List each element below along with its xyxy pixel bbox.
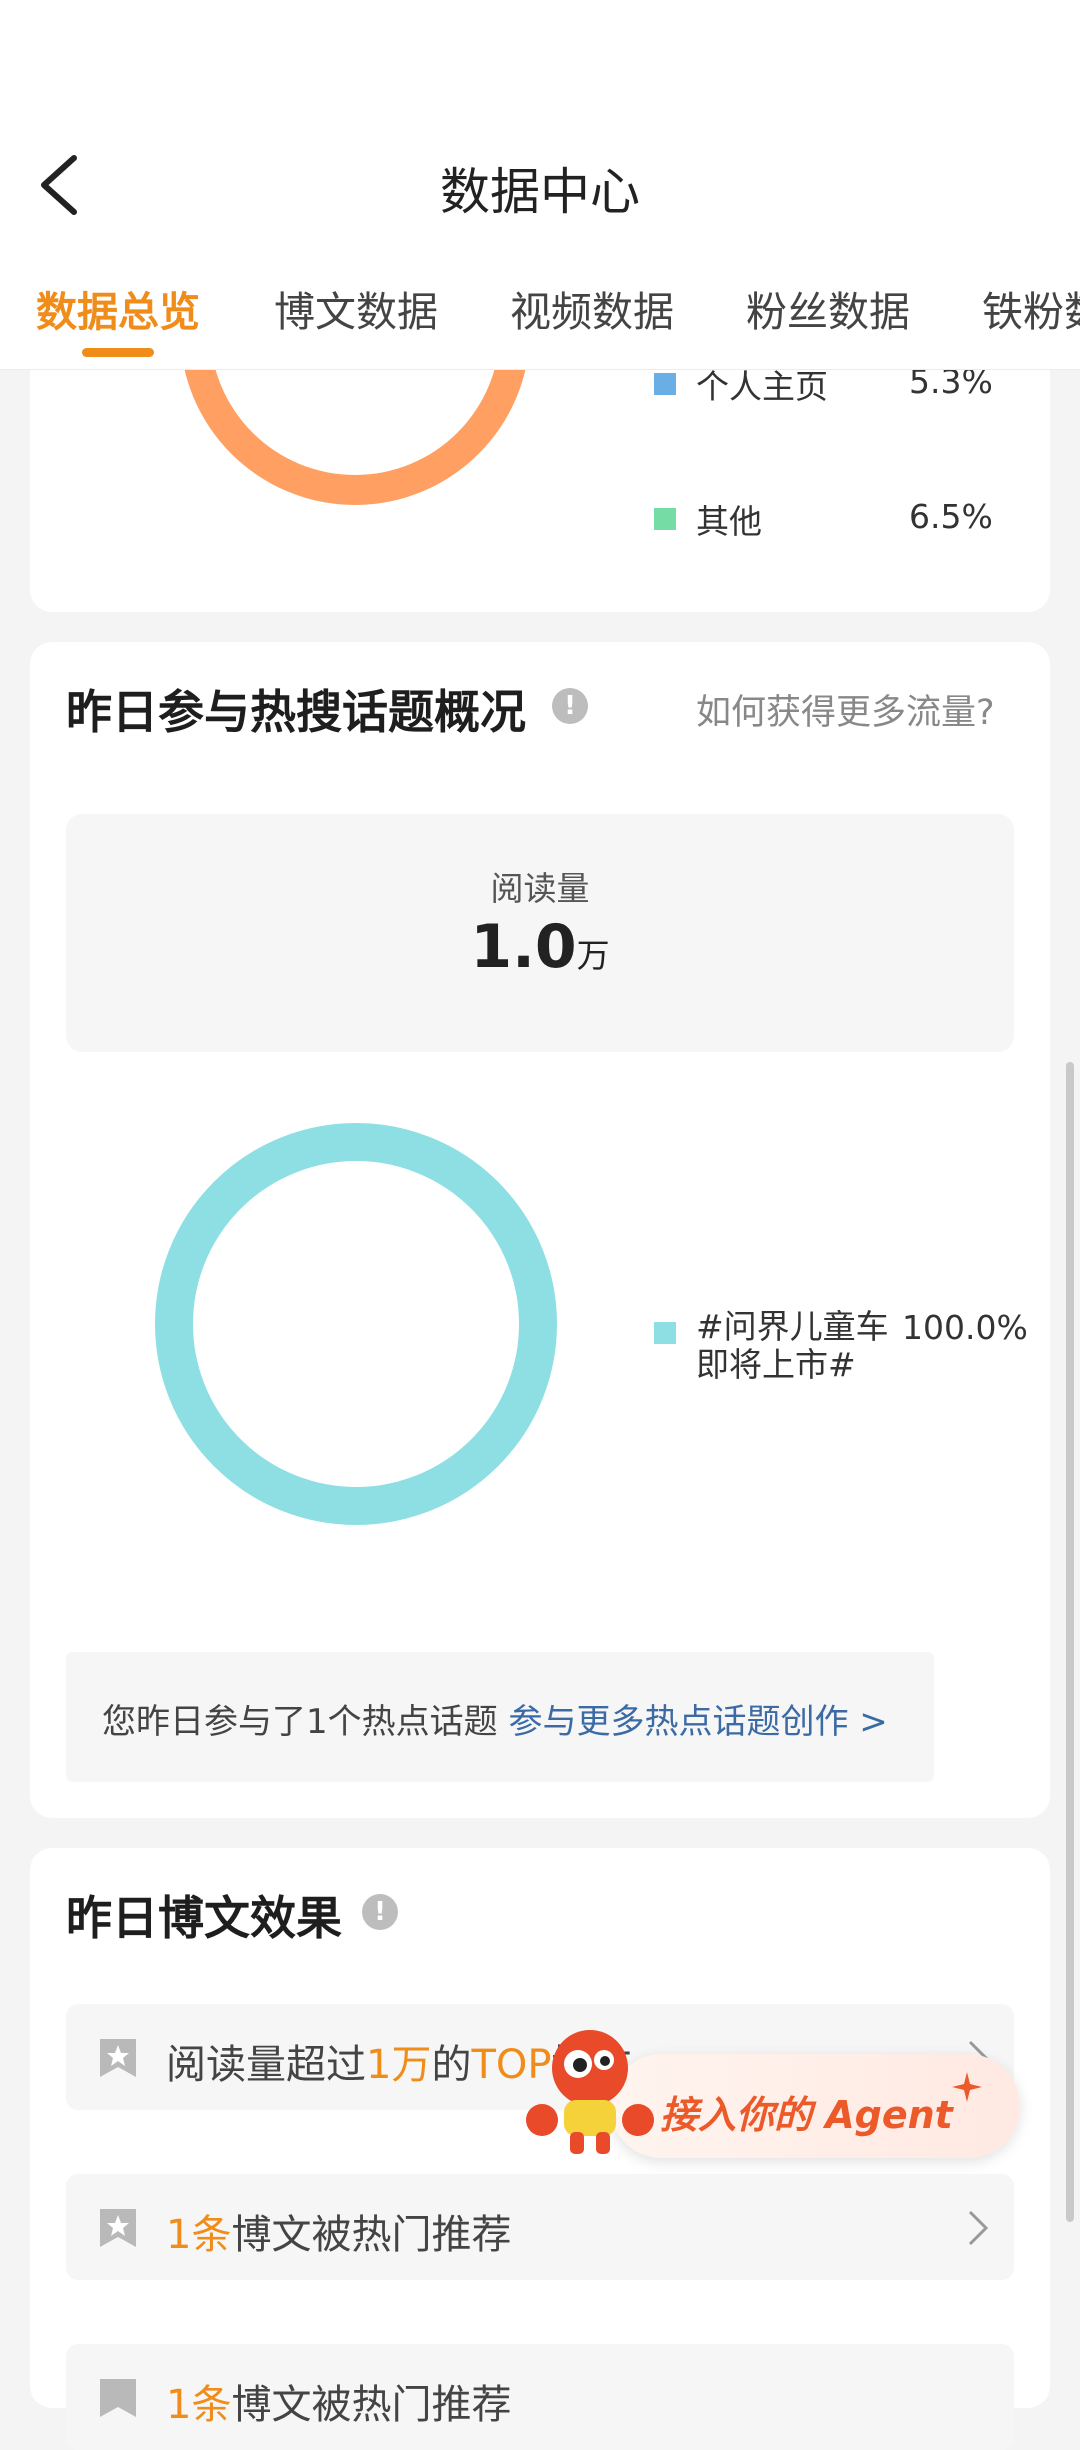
highlight: 1万	[366, 2042, 432, 2088]
tip-summary: 您昨日参与了1个热点话题	[102, 1702, 498, 1742]
metric-label: 阅读量	[490, 869, 590, 908]
metric-unit: 万	[576, 936, 610, 975]
top-bar: 数据中心 数据总览 博文数据 视频数据 粉丝数据 铁粉数	[0, 0, 1080, 370]
highlight: 1条	[166, 2212, 232, 2258]
create-more-topics-link[interactable]: 参与更多热点话题创作 >	[508, 1702, 887, 1742]
sparkle-icon	[952, 2072, 982, 2102]
info-icon[interactable]: !	[552, 688, 588, 724]
metric-number: 1.0	[470, 912, 577, 982]
effect-item-hot-recommend[interactable]: 1条博文被热门推荐	[66, 2174, 1014, 2280]
metric-value: 1.0万	[66, 912, 1014, 982]
bookmark-star-icon	[100, 2039, 136, 2077]
tab-post-data[interactable]: 博文数据	[274, 278, 438, 338]
effect-text: 1条博文被热门推荐	[166, 2202, 511, 2260]
legend-pct: 100.0%	[902, 1308, 1028, 1347]
tab-fans-data[interactable]: 粉丝数据	[746, 278, 910, 338]
section-title: 昨日博文效果	[66, 1891, 342, 1945]
scrollbar[interactable]	[1066, 1062, 1074, 2222]
read-count-box: 阅读量 1.0万	[66, 814, 1014, 1052]
legend-swatch	[654, 1322, 676, 1344]
legend-swatch	[654, 508, 676, 530]
chevron-right-icon	[968, 2210, 989, 2246]
tab-overview[interactable]: 数据总览	[36, 278, 200, 338]
legend-item-topic	[654, 1322, 676, 1344]
legend-label: 其他	[696, 502, 762, 541]
section-title: 昨日参与热搜话题概况	[66, 685, 526, 739]
legend-pct: 6.5%	[909, 497, 993, 536]
tip-text: 您昨日参与了1个热点话题 参与更多热点话题创作 >	[102, 1694, 888, 1743]
text-part: 博文被热门推荐	[231, 2382, 512, 2428]
page-title: 数据中心	[440, 163, 640, 221]
hot-search-card: 昨日参与热搜话题概况 ! 如何获得更多流量? 阅读量 1.0万 #问界儿童车 即…	[30, 642, 1050, 1818]
text-part: 的	[431, 2042, 472, 2088]
legend-item-other: 其他	[654, 495, 762, 543]
agent-floating-button[interactable]: 接入你的 Agent	[520, 2020, 1020, 2160]
active-tab-indicator	[82, 348, 154, 357]
effect-item-partial[interactable]: 1条博文被热门推荐	[66, 2344, 1014, 2450]
tab-video-data[interactable]: 视频数据	[510, 278, 674, 338]
hot-topic-tip: 您昨日参与了1个热点话题 参与更多热点话题创作 >	[66, 1652, 934, 1782]
mascot-icon	[526, 2030, 654, 2154]
legend-label-line: #问界儿童车	[696, 1307, 889, 1346]
info-icon[interactable]: !	[362, 1894, 398, 1930]
effect-text: 1条博文被热门推荐	[166, 2372, 511, 2430]
text-part: 阅读量超过	[166, 2042, 366, 2088]
topic-ring-chart	[155, 1123, 557, 1525]
agent-label: 接入你的 Agent	[660, 2093, 953, 2137]
highlight: 1条	[166, 2382, 232, 2428]
legend-label: #问界儿童车 即将上市#	[696, 1308, 889, 1384]
legend-swatch	[654, 373, 676, 395]
bookmark-star-icon	[100, 2379, 136, 2417]
legend-label-line: 即将上市#	[696, 1345, 856, 1384]
bookmark-star-icon	[100, 2209, 136, 2247]
text-part: 博文被热门推荐	[231, 2212, 512, 2258]
pie-slice-0	[155, 1123, 557, 1525]
more-traffic-link[interactable]: 如何获得更多流量?	[696, 684, 995, 735]
tab-iron-fans[interactable]: 铁粉数	[982, 278, 1080, 338]
tab-bar: 数据总览 博文数据 视频数据 粉丝数据 铁粉数	[0, 278, 1080, 348]
